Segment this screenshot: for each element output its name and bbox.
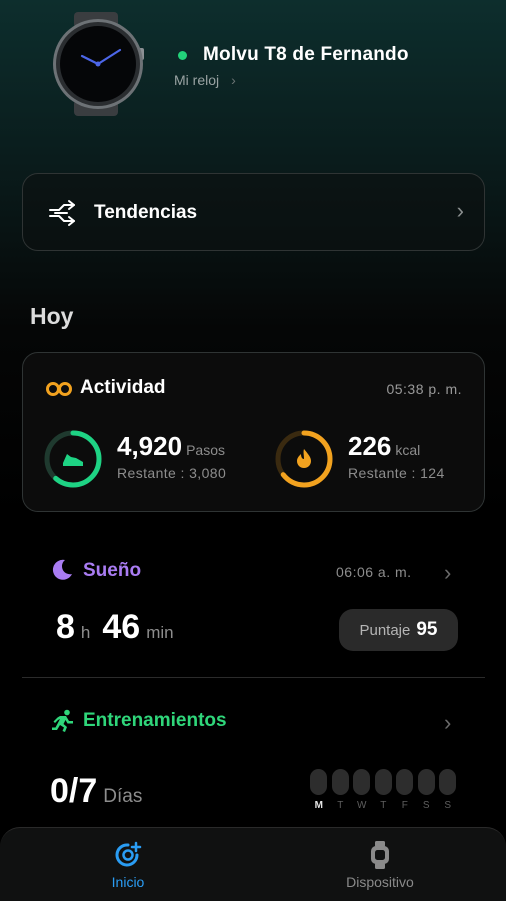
calories-remaining: Restante : 124	[348, 465, 445, 481]
sleep-score-value: 95	[416, 619, 438, 640]
my-watch-link[interactable]: Mi reloj ›	[174, 72, 236, 88]
workouts-value: 0/7	[50, 772, 98, 810]
flame-icon	[297, 449, 311, 468]
weekday-bar	[331, 769, 349, 795]
sleep-minutes: 46	[102, 608, 141, 646]
chevron-right-icon: ›	[456, 198, 464, 223]
weekday-label: W	[357, 800, 367, 811]
workouts-title[interactable]: Entrenamientos	[83, 710, 227, 732]
workouts-count: 0/7 Días	[50, 772, 142, 811]
sleep-title[interactable]: Sueño	[83, 560, 141, 582]
weekday-label: T	[380, 800, 387, 811]
calories-progress-ring	[274, 429, 334, 489]
nav-item-device[interactable]: Dispositivo	[330, 840, 430, 890]
sleep-time: 06:06 a. m.	[336, 564, 412, 580]
weekday-column: T	[374, 769, 393, 811]
home-icon	[115, 841, 142, 867]
my-watch-label: Mi reloj	[174, 72, 220, 88]
weekday-bar	[396, 769, 414, 795]
steps-progress-ring	[43, 429, 103, 489]
steps-value: 4,920	[117, 431, 183, 461]
nav-label-home: Inicio	[111, 874, 145, 890]
weekly-workout-chart: MTWTFSS	[310, 769, 457, 811]
sleep-hours: 8	[56, 608, 75, 646]
bottom-navigation: Inicio Dispositivo	[0, 827, 506, 901]
trends-icon	[47, 198, 77, 228]
trends-label: Tendencias	[94, 202, 198, 223]
weekday-label: T	[337, 800, 344, 811]
calories-value: 226	[348, 431, 392, 461]
shoe-icon	[63, 454, 83, 466]
workouts-unit: Días	[103, 786, 143, 807]
steps-unit: Pasos	[186, 442, 225, 458]
weekday-label: S	[444, 800, 452, 811]
weekday-bar	[417, 769, 435, 795]
chevron-right-icon[interactable]: ›	[444, 710, 451, 736]
watch-image	[52, 12, 144, 116]
device-name-row[interactable]: Molvu T8 de Fernando	[178, 44, 409, 66]
device-name: Molvu T8 de Fernando	[203, 44, 409, 65]
watch-icon	[371, 841, 389, 869]
nav-item-home[interactable]: Inicio	[88, 840, 168, 890]
chevron-right-icon[interactable]: ›	[444, 560, 451, 586]
weekday-column: W	[353, 769, 371, 811]
steps-value-row: 4,920 Pasos	[117, 431, 225, 462]
steps-remaining: Restante : 3,080	[117, 465, 227, 481]
moon-icon	[50, 558, 74, 587]
running-icon	[50, 709, 76, 738]
activity-title: Actividad	[80, 377, 166, 398]
weekday-bar	[353, 769, 371, 795]
nav-label-device: Dispositivo	[346, 874, 414, 890]
weekday-label: M	[314, 800, 323, 811]
sleep-hours-unit: h	[80, 623, 91, 642]
weekday-column: S	[439, 769, 457, 811]
weekday-column: F	[396, 769, 414, 811]
activity-icon	[45, 381, 73, 402]
activity-time: 05:38 p. m.	[386, 381, 462, 397]
weekday-bar	[310, 769, 328, 795]
connection-status-dot	[178, 50, 187, 60]
sleep-score-label: Puntaje	[359, 621, 411, 639]
weekday-column: M	[310, 769, 328, 811]
calories-value-row: 226 kcal	[348, 431, 420, 462]
section-title-today: Hoy	[30, 303, 74, 329]
sleep-duration: 8 h 46 min	[56, 608, 186, 647]
weekday-column: T	[331, 769, 350, 811]
weekday-column: S	[417, 769, 436, 811]
sleep-score-badge: Puntaje 95	[339, 609, 458, 651]
weekday-bar	[374, 769, 392, 795]
weekday-bar	[439, 769, 457, 795]
calories-unit: kcal	[395, 442, 421, 458]
sleep-minutes-unit: min	[146, 623, 174, 642]
weekday-label: S	[422, 800, 430, 811]
weekday-label: F	[401, 800, 408, 811]
trends-card[interactable]: Tendencias ›	[22, 173, 485, 251]
chevron-right-icon: ›	[231, 72, 236, 88]
activity-card[interactable]: Actividad 05:38 p. m. 4,920 Pasos Restant…	[22, 352, 485, 512]
divider	[22, 677, 485, 678]
